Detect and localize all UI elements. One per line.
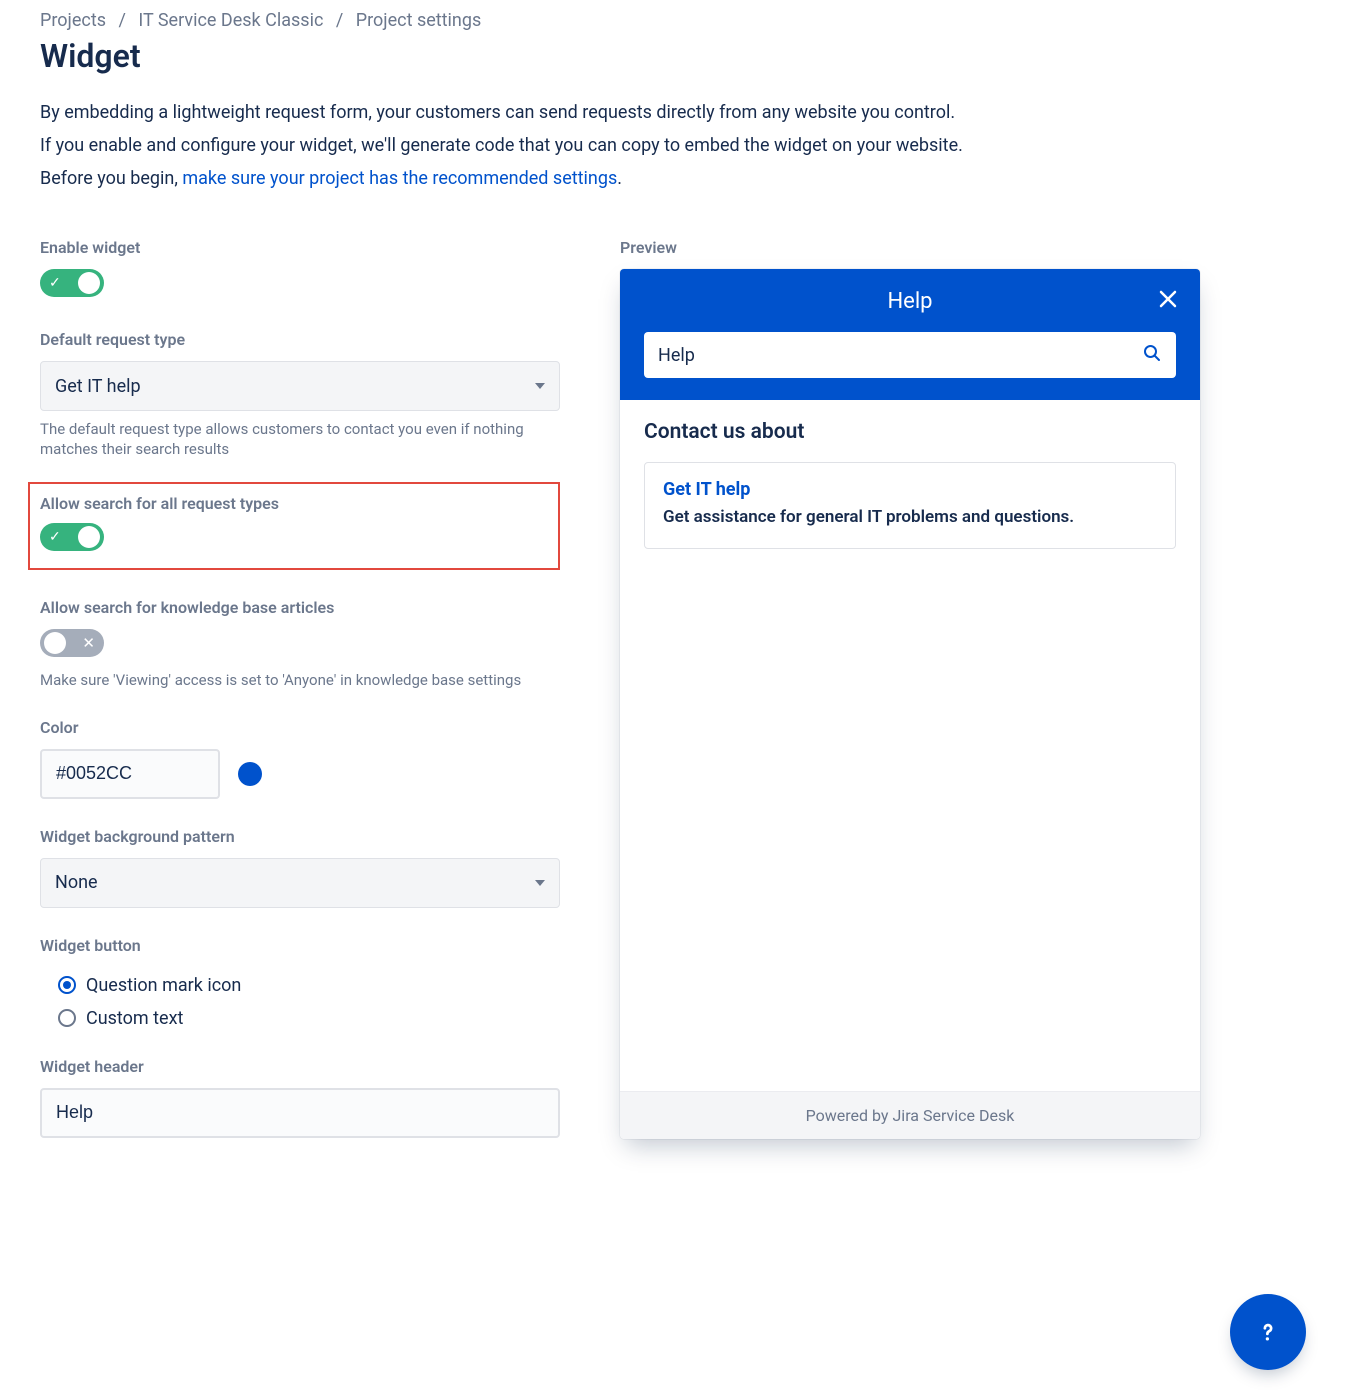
enable-widget-label: Enable widget xyxy=(40,238,560,257)
allow-search-kb-label: Allow search for knowledge base articles xyxy=(40,598,560,617)
allow-search-request-types-label: Allow search for all request types xyxy=(40,494,546,513)
preview-title: Help xyxy=(644,289,1176,314)
radio-icon xyxy=(58,1009,76,1027)
crumb-sep: / xyxy=(118,10,125,31)
check-icon: ✓ xyxy=(49,529,61,545)
kb-helper: Make sure 'Viewing' access is set to 'An… xyxy=(40,670,550,690)
request-card[interactable]: Get IT help Get assistance for general I… xyxy=(644,462,1176,549)
radio-question-mark[interactable]: Question mark icon xyxy=(58,975,560,996)
widget-button-label: Widget button xyxy=(40,936,560,955)
preview-label: Preview xyxy=(620,238,1200,257)
color-label: Color xyxy=(40,718,560,737)
color-swatch[interactable] xyxy=(238,762,262,786)
close-icon[interactable] xyxy=(1158,289,1178,314)
request-card-desc: Get assistance for general IT problems a… xyxy=(663,506,1157,530)
breadcrumb: Projects / IT Service Desk Classic / Pro… xyxy=(40,10,1320,31)
preview-widget: Help Help Contact us about Get IT help G… xyxy=(620,269,1200,1139)
preview-footer: Powered by Jira Service Desk xyxy=(620,1091,1200,1139)
enable-widget-toggle[interactable]: ✓ xyxy=(40,269,104,297)
page-title: Widget xyxy=(40,37,1320,75)
chevron-down-icon xyxy=(535,880,545,886)
default-request-type-select[interactable]: Get IT help xyxy=(40,361,560,411)
page-desc-1: By embedding a lightweight request form,… xyxy=(40,99,1320,126)
page-desc-3: Before you begin, make sure your project… xyxy=(40,165,1320,192)
request-card-title: Get IT help xyxy=(663,479,1157,500)
crumb-settings[interactable]: Project settings xyxy=(356,10,482,31)
radio-icon xyxy=(58,976,76,994)
chevron-down-icon xyxy=(535,383,545,389)
cross-icon: ✕ xyxy=(82,634,95,652)
bg-pattern-label: Widget background pattern xyxy=(40,827,560,846)
contact-heading: Contact us about xyxy=(644,420,1176,444)
widget-header-input[interactable] xyxy=(40,1088,560,1138)
highlight-box: Allow search for all request types ✓ xyxy=(28,482,560,570)
bg-pattern-select[interactable]: None xyxy=(40,858,560,908)
allow-search-request-types-toggle[interactable]: ✓ xyxy=(40,523,104,551)
default-request-type-helper: The default request type allows customer… xyxy=(40,419,550,460)
crumb-project-name[interactable]: IT Service Desk Classic xyxy=(138,10,323,31)
search-icon xyxy=(1142,343,1162,368)
check-icon: ✓ xyxy=(49,275,61,291)
page-desc-2: If you enable and configure your widget,… xyxy=(40,132,1320,159)
preview-search-input[interactable]: Help xyxy=(644,332,1176,378)
help-fab-button[interactable] xyxy=(1230,1294,1306,1370)
default-request-type-label: Default request type xyxy=(40,330,560,349)
crumb-projects[interactable]: Projects xyxy=(40,10,106,31)
radio-custom-text[interactable]: Custom text xyxy=(58,1008,560,1029)
recommended-settings-link[interactable]: make sure your project has the recommend… xyxy=(182,168,617,189)
allow-search-kb-toggle[interactable]: ✕ xyxy=(40,629,104,657)
crumb-sep: / xyxy=(336,10,343,31)
widget-header-label: Widget header xyxy=(40,1057,560,1076)
color-input[interactable] xyxy=(40,749,220,799)
